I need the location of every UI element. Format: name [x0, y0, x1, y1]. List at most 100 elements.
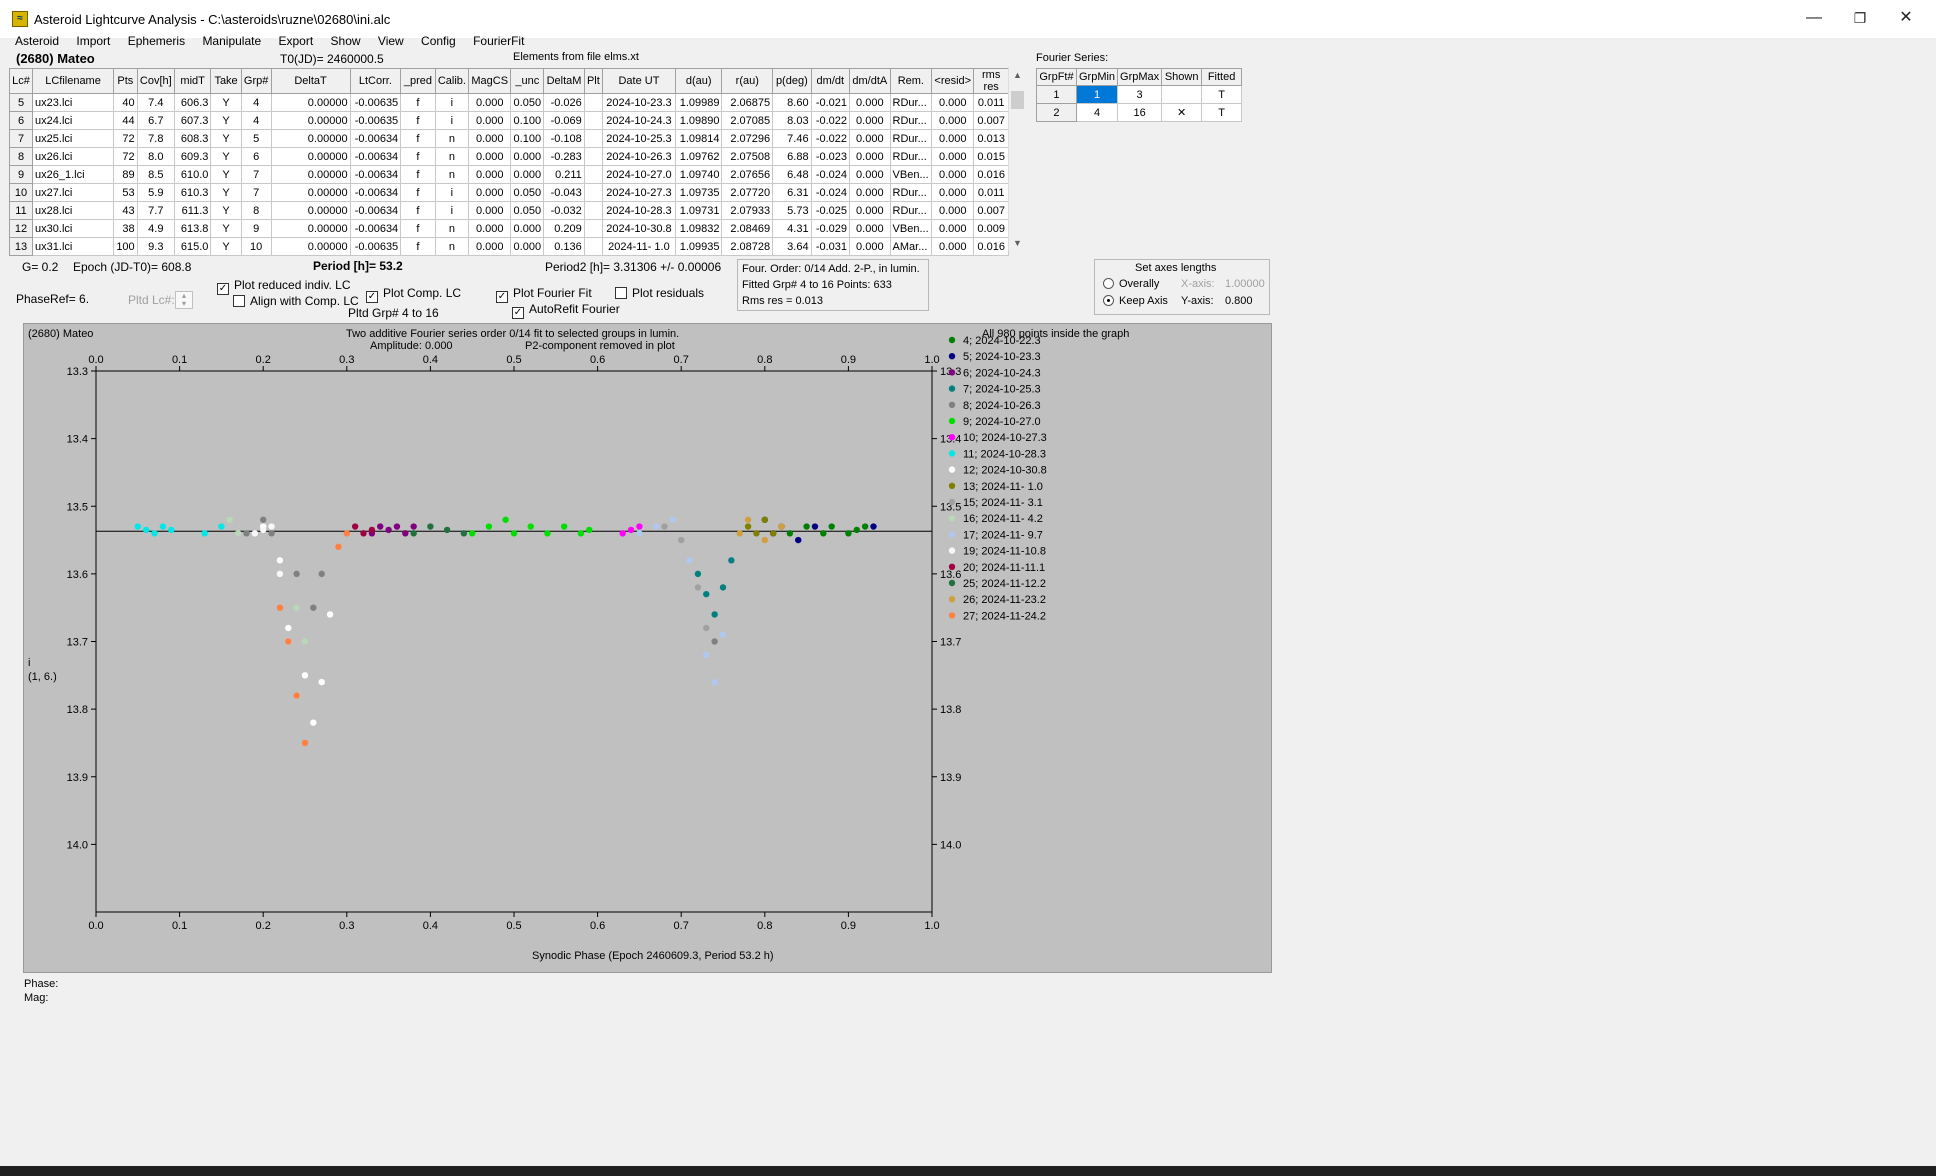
lc-cell[interactable]: 1.09731 — [674, 201, 723, 220]
lc-cell[interactable]: 9.3 — [136, 237, 175, 256]
lc-cell[interactable]: n — [434, 237, 470, 256]
lc-cell[interactable]: ux26.lci — [32, 147, 115, 166]
lc-cell[interactable]: 7.8 — [136, 129, 175, 148]
lc-cell[interactable] — [583, 165, 604, 184]
lc-cell[interactable]: 0.016 — [973, 165, 1009, 184]
lc-cell[interactable]: 4 — [240, 93, 272, 112]
plot-comp-checkbox[interactable]: ✓ Plot Comp. LC — [366, 286, 461, 303]
lc-cell[interactable]: RDur... — [889, 183, 933, 202]
lc-cell[interactable]: 615.0 — [173, 237, 212, 256]
lc-cell[interactable]: 0.000 — [931, 147, 975, 166]
menu-export[interactable]: Export — [272, 32, 321, 50]
lc-cell[interactable]: 0.000 — [931, 237, 975, 256]
lc-cell[interactable]: i — [434, 201, 470, 220]
autorefit-checkbox[interactable]: ✓ AutoRefit Fourier — [512, 302, 620, 319]
lc-cell[interactable]: -0.026 — [543, 93, 585, 112]
lc-col-header[interactable]: dm/dt — [810, 68, 851, 94]
lc-cell[interactable]: 7.46 — [772, 129, 812, 148]
menu-show[interactable]: Show — [324, 32, 368, 50]
lc-cell[interactable]: 3.64 — [772, 237, 812, 256]
lc-cell[interactable]: 0.000 — [931, 111, 975, 130]
lc-col-header[interactable]: _pred — [400, 68, 436, 94]
lc-cell[interactable]: AMar... — [889, 237, 933, 256]
plot-reduced-checkbox[interactable]: ✓ Plot reduced indiv. LC — [217, 278, 351, 295]
fs-cell[interactable]: 16 — [1117, 103, 1163, 122]
lc-cell[interactable]: n — [434, 219, 470, 238]
lc-cell[interactable]: 6 — [240, 147, 272, 166]
lc-cell[interactable]: 0.007 — [973, 111, 1009, 130]
lc-cell[interactable]: -0.00635 — [349, 237, 402, 256]
lc-cell[interactable] — [583, 219, 604, 238]
lc-cell[interactable]: -0.00635 — [349, 111, 402, 130]
lc-cell[interactable]: 6 — [8, 111, 34, 130]
lc-cell[interactable]: 1.09762 — [674, 147, 723, 166]
lc-cell[interactable]: f — [400, 201, 436, 220]
lc-cell[interactable]: 43 — [113, 201, 138, 220]
lc-cell[interactable]: ux23.lci — [32, 93, 115, 112]
lc-cell[interactable]: n — [434, 165, 470, 184]
lc-cell[interactable]: 72 — [113, 129, 138, 148]
lc-cell[interactable]: 12 — [8, 219, 34, 238]
lc-cell[interactable]: 2024-10-30.8 — [602, 219, 676, 238]
lc-table-row[interactable]: 5 ux23.lci 40 7.4 606.3 Y 4 0.00000 -0.00635 f i 0.… — [8, 93, 1009, 112]
lc-cell[interactable]: 89 — [113, 165, 138, 184]
lc-cell[interactable]: 0.000 — [468, 129, 512, 148]
lc-cell[interactable]: 0.000 — [510, 147, 545, 166]
lc-cell[interactable]: 2.07296 — [721, 129, 774, 148]
lc-cell[interactable]: 0.000 — [510, 219, 545, 238]
lc-cell[interactable]: -0.022 — [810, 129, 851, 148]
lc-cell[interactable]: RDur... — [889, 111, 933, 130]
lc-cell[interactable]: 0.007 — [973, 201, 1009, 220]
lc-cell[interactable]: 2024-10-27.0 — [602, 165, 676, 184]
lc-col-header[interactable]: Plt — [583, 68, 604, 94]
lc-cell[interactable]: 11 — [8, 201, 34, 220]
lc-cell[interactable]: -0.031 — [810, 237, 851, 256]
lc-cell[interactable]: 611.3 — [173, 201, 212, 220]
lc-cell[interactable]: -0.283 — [543, 147, 585, 166]
lc-cell[interactable]: 5 — [240, 129, 272, 148]
lc-cell[interactable]: 0.00000 — [270, 183, 351, 202]
x-axis-value[interactable]: 1.00000 — [1225, 278, 1265, 290]
lc-cell[interactable]: 0.011 — [973, 183, 1009, 202]
fs-table-row[interactable]: 2 4 16 ✕ T — [1036, 103, 1242, 122]
lc-cell[interactable]: 0.000 — [849, 201, 891, 220]
lc-cell[interactable]: VBen... — [889, 165, 933, 184]
lc-cell[interactable]: 4.31 — [772, 219, 812, 238]
lc-cell[interactable]: 0.000 — [468, 201, 512, 220]
lc-cell[interactable]: 10 — [8, 183, 34, 202]
pltd-lc-spinner[interactable]: ▴ ▾ — [175, 291, 193, 309]
period-value[interactable]: Period [h]= 53.2 — [313, 259, 403, 273]
lc-cell[interactable]: 1.09740 — [674, 165, 723, 184]
lc-col-header[interactable]: Date UT — [602, 68, 676, 94]
lc-cell[interactable] — [583, 129, 604, 148]
lc-cell[interactable]: 2024-10-23.3 — [602, 93, 676, 112]
lc-cell[interactable]: 610.0 — [173, 165, 212, 184]
lc-cell[interactable]: 2.07656 — [721, 165, 774, 184]
lc-cell[interactable]: Y — [210, 183, 242, 202]
lc-cell[interactable]: -0.00634 — [349, 129, 402, 148]
menu-manipulate[interactable]: Manipulate — [195, 32, 268, 50]
lc-cell[interactable]: 0.000 — [849, 147, 891, 166]
lc-cell[interactable]: 1.09735 — [674, 183, 723, 202]
lc-cell[interactable]: -0.108 — [543, 129, 585, 148]
lc-cell[interactable]: -0.022 — [810, 111, 851, 130]
lc-col-header[interactable]: LCfilename — [32, 68, 115, 94]
lc-cell[interactable]: Y — [210, 219, 242, 238]
lc-col-header[interactable]: Take — [210, 68, 242, 94]
lc-cell[interactable]: 0.000 — [931, 201, 975, 220]
lc-cell[interactable]: f — [400, 147, 436, 166]
lc-cell[interactable]: -0.069 — [543, 111, 585, 130]
lc-cell[interactable]: 0.00000 — [270, 201, 351, 220]
lc-cell[interactable]: 5.73 — [772, 201, 812, 220]
lc-cell[interactable]: 0.00000 — [270, 219, 351, 238]
lc-table-row[interactable]: 7 ux25.lci 72 7.8 608.3 Y 5 0.00000 -0.00634 f n 0.… — [8, 129, 1009, 148]
lc-cell[interactable]: 2024-10-28.3 — [602, 201, 676, 220]
maximize-button[interactable]: ❐ — [1838, 0, 1882, 36]
lc-cell[interactable]: 2024-10-25.3 — [602, 129, 676, 148]
lc-cell[interactable]: 4 — [240, 111, 272, 130]
lc-cell[interactable]: 0.000 — [849, 165, 891, 184]
lc-cell[interactable]: 0.00000 — [270, 165, 351, 184]
lc-col-header[interactable]: <resid> — [931, 68, 975, 94]
lc-cell[interactable]: 0.050 — [510, 183, 545, 202]
lc-cell[interactable]: 53 — [113, 183, 138, 202]
